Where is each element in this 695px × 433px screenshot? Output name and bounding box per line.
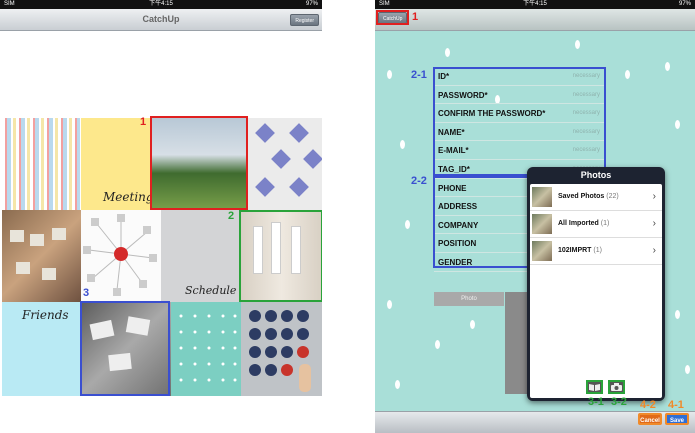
photos-wall-tile[interactable] (2, 210, 81, 302)
photos-popover: Photos Saved Photos (22) › All Imported … (527, 167, 665, 401)
annotation-3: 3 (83, 287, 90, 299)
cancel-button[interactable]: Cancel (638, 413, 662, 425)
wall-clock-icon (83, 214, 157, 296)
battery-label: 97% (678, 1, 691, 7)
status-bar: SIM 下午4:15 97% (375, 0, 695, 9)
stripes-tile[interactable] (2, 118, 80, 210)
battery-label: 97% (305, 1, 318, 7)
popover-title: Photos (580, 170, 612, 180)
diamond-pattern-icon (255, 123, 322, 197)
highlight-3 (80, 301, 170, 396)
meeting-tile[interactable]: Meeting (81, 118, 151, 210)
nav-bar: CatchUp Register (0, 9, 322, 31)
annotation-1: 1 (140, 116, 147, 128)
meeting-label: Meeting (103, 190, 151, 204)
buttons-tile[interactable] (241, 302, 322, 396)
photo-label-box: Photo (434, 292, 504, 306)
highlight-optional-fields (433, 176, 531, 268)
schedule-tile[interactable]: Schedule (161, 210, 241, 302)
book-icon (589, 384, 600, 391)
highlight-back-button (376, 10, 409, 25)
clock-tile[interactable] (81, 210, 161, 302)
annotation-3-1: 3-1 (588, 396, 604, 408)
photo-frame (505, 292, 527, 382)
home-screen: SIM 下午4:15 97% CatchUp Register Meeting (0, 0, 322, 433)
annotation-4-2: 4-2 (640, 399, 656, 411)
status-bar: SIM 下午4:15 97% (0, 0, 322, 9)
album-thumbnail (532, 241, 552, 261)
friends-label: Friends (22, 308, 69, 322)
page-title: CatchUp (142, 14, 180, 24)
annotation-4-1: 4-1 (668, 399, 684, 411)
clock-label: 下午4:15 (523, 1, 547, 7)
annotation-3-2: 3-2 (611, 396, 627, 408)
chevron-right-icon: › (652, 218, 656, 229)
album-thumbnail (532, 187, 552, 207)
friends-tile[interactable]: Friends (2, 302, 81, 396)
dot-pattern-icon (179, 314, 237, 382)
chevron-right-icon: › (652, 245, 656, 256)
highlight-2 (239, 210, 322, 302)
album-thumbnail (532, 214, 552, 234)
dots-tile[interactable] (171, 302, 241, 396)
register-button[interactable]: Register (290, 14, 319, 26)
album-saved-photos[interactable]: Saved Photos (22) › (530, 184, 662, 211)
album-list: Saved Photos (22) › All Imported (1) › 1… (530, 184, 662, 398)
badge-buttons-icon (249, 310, 311, 392)
highlight-required-fields (433, 67, 606, 176)
album-button[interactable] (586, 380, 603, 394)
annotation-2-1: 2-1 (411, 69, 427, 81)
camera-button[interactable] (608, 380, 625, 394)
annotation-2: 2 (228, 210, 235, 222)
album-102imprt[interactable]: 102IMPRT (1) › (530, 238, 662, 265)
schedule-label: Schedule (185, 284, 237, 297)
annotation-2-2: 2-2 (411, 175, 427, 187)
chevron-right-icon: › (652, 191, 656, 202)
annotation-1: 1 (412, 11, 419, 23)
nav-bar: CatchUp (375, 9, 695, 31)
camera-icon (611, 383, 622, 391)
highlight-1 (150, 116, 248, 210)
album-all-imported[interactable]: All Imported (1) › (530, 211, 662, 238)
photo-label: Photo (461, 296, 477, 302)
pattern-tile[interactable] (248, 118, 322, 210)
clock-label: 下午4:15 (149, 1, 173, 7)
save-button[interactable]: Save (665, 413, 689, 425)
tile-grid: Meeting Schedule Friends 1 2 3 (2, 116, 322, 396)
